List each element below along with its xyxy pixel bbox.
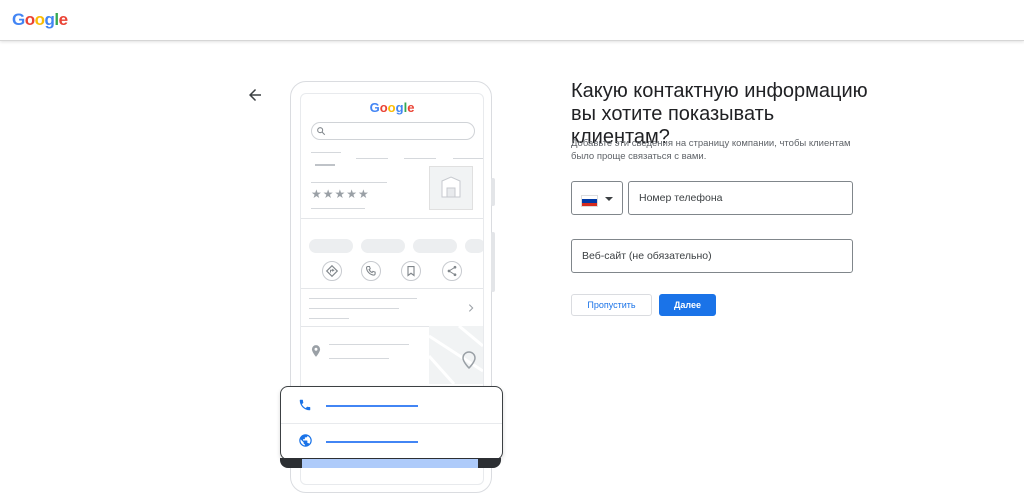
- mock-tab-line: [453, 158, 483, 159]
- mock-text-line: [329, 344, 409, 345]
- top-bar: Google: [0, 0, 1024, 41]
- divider: [301, 288, 483, 289]
- phone-icon: [299, 399, 311, 411]
- chevron-right-icon: [468, 304, 474, 312]
- logo-letter: G: [12, 10, 25, 29]
- mock-text-line: [329, 358, 389, 359]
- contact-info-card: [280, 386, 503, 460]
- mock-search-bar: [311, 122, 475, 140]
- google-logo-mini: Google: [301, 100, 483, 115]
- mock-tab-indicator: [315, 164, 335, 166]
- mock-text-line: [309, 308, 399, 309]
- logo-letter: o: [387, 100, 396, 115]
- logo-letter: e: [407, 100, 415, 115]
- mock-business-thumbnail: [429, 166, 473, 210]
- location-pin-icon: [311, 345, 321, 357]
- skip-button[interactable]: Пропустить: [571, 294, 652, 316]
- card-highlight: [302, 459, 478, 468]
- storefront-icon: [441, 176, 461, 198]
- page-description: Добавьте эти сведения на страницу компан…: [571, 138, 851, 162]
- logo-letter: o: [379, 100, 388, 115]
- google-logo: Google: [12, 10, 68, 30]
- chevron-down-icon: [605, 197, 613, 201]
- mock-phone-line: [326, 405, 418, 407]
- website-input[interactable]: [571, 239, 853, 273]
- mini-map: [429, 326, 483, 384]
- card-row-phone: [281, 387, 502, 423]
- mock-chip: [361, 239, 405, 253]
- flag-stripe: [582, 202, 597, 206]
- mock-tab-line: [404, 158, 436, 159]
- phone-icon: [361, 261, 381, 281]
- logo-letter: g: [44, 10, 55, 29]
- mock-text-line: [311, 182, 387, 183]
- phone-side-button: [491, 232, 495, 292]
- mock-tab-line: [311, 152, 341, 153]
- mock-text-line: [309, 318, 349, 319]
- logo-letter: o: [24, 10, 35, 29]
- mock-text-line: [311, 208, 365, 209]
- mock-chip: [465, 239, 483, 253]
- divider: [301, 218, 483, 219]
- mock-text-line: [309, 298, 417, 299]
- mock-website-line: [326, 441, 418, 443]
- mock-chip: [413, 239, 457, 253]
- search-icon: [317, 127, 326, 136]
- bookmark-icon: [401, 261, 421, 281]
- mock-star-rating: ★★★★★: [311, 187, 370, 201]
- logo-letter: g: [395, 100, 404, 115]
- logo-letter: o: [34, 10, 45, 29]
- logo-letter: G: [369, 100, 380, 115]
- mock-tab-line: [356, 158, 388, 159]
- country-code-select[interactable]: [571, 181, 623, 215]
- phone-side-button: [491, 178, 495, 206]
- next-button[interactable]: Далее: [659, 294, 716, 316]
- globe-icon: [299, 434, 312, 447]
- phone-number-input[interactable]: [628, 181, 853, 215]
- arrow-left-icon[interactable]: [246, 86, 264, 104]
- share-icon: [442, 261, 462, 281]
- logo-letter: e: [58, 10, 68, 29]
- directions-icon: [322, 261, 342, 281]
- card-row-website: [281, 423, 502, 459]
- russia-flag-icon: [581, 195, 598, 207]
- mock-chip: [309, 239, 353, 253]
